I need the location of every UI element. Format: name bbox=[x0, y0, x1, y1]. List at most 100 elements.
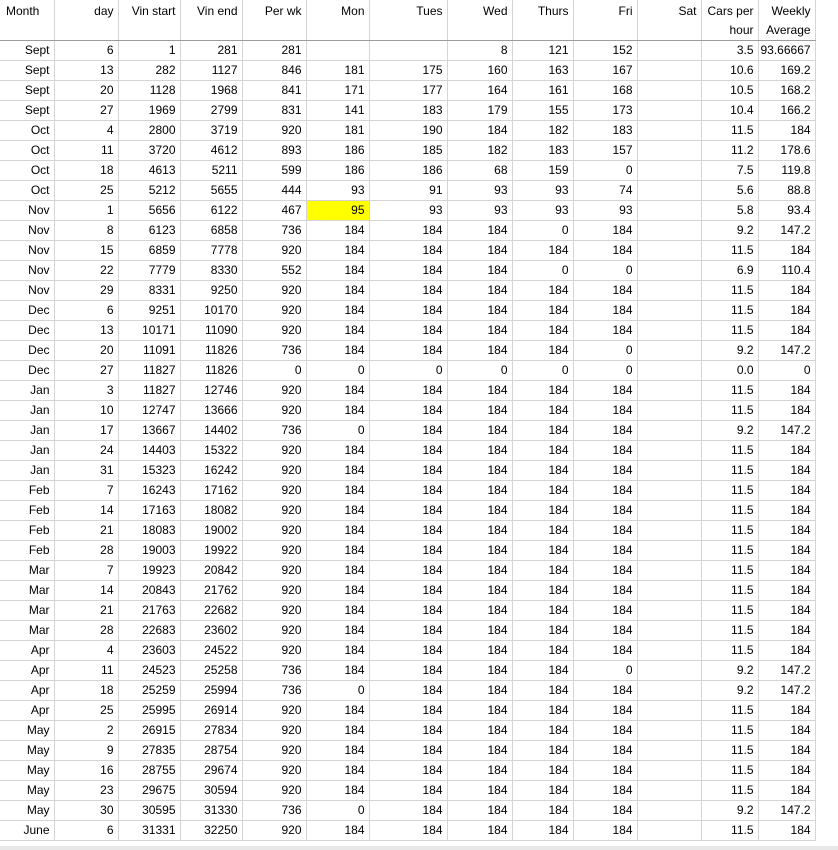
cell-month[interactable]: Nov bbox=[0, 220, 55, 241]
cell-vin-start[interactable]: 15323 bbox=[118, 460, 181, 481]
cell-per-wk[interactable]: 920 bbox=[242, 480, 307, 501]
cell-mon[interactable]: 93 bbox=[306, 180, 370, 201]
cell-vin-end[interactable]: 13666 bbox=[180, 400, 243, 421]
cell-weekly-average[interactable]: 184 bbox=[758, 820, 816, 841]
cell-mon[interactable]: 184 bbox=[306, 240, 370, 261]
cell-mon[interactable]: 184 bbox=[306, 780, 370, 801]
cell-per-wk[interactable]: 920 bbox=[242, 720, 307, 741]
cell-per-wk[interactable]: 920 bbox=[242, 740, 307, 761]
cell-day[interactable]: 17 bbox=[54, 420, 119, 441]
cell-per-wk[interactable]: 467 bbox=[242, 200, 307, 221]
cell-vin-end[interactable]: 28754 bbox=[180, 740, 243, 761]
cell-day[interactable]: 21 bbox=[54, 600, 119, 621]
cell-per-wk[interactable]: 920 bbox=[242, 780, 307, 801]
cell-sat[interactable] bbox=[637, 120, 702, 141]
cell-thurs[interactable]: 155 bbox=[512, 100, 574, 121]
cell-cars-per-hour[interactable]: 9.2 bbox=[701, 340, 759, 361]
cell-weekly-average[interactable]: 184 bbox=[758, 440, 816, 461]
cell-thurs[interactable]: 184 bbox=[512, 480, 574, 501]
cell-vin-start[interactable]: 3720 bbox=[118, 140, 181, 161]
cell-per-wk[interactable]: 846 bbox=[242, 60, 307, 81]
cell-mon[interactable]: 184 bbox=[306, 820, 370, 841]
cell-cars-per-hour[interactable]: 11.5 bbox=[701, 580, 759, 601]
cell-per-wk[interactable]: 920 bbox=[242, 560, 307, 581]
header-vin-end[interactable]: Vin end bbox=[180, 0, 243, 41]
cell-per-wk[interactable]: 0 bbox=[242, 360, 307, 381]
cell-month[interactable]: Dec bbox=[0, 360, 55, 381]
cell-wed[interactable]: 184 bbox=[447, 300, 513, 321]
cell-vin-end[interactable]: 16242 bbox=[180, 460, 243, 481]
cell-sat[interactable] bbox=[637, 280, 702, 301]
cell-per-wk[interactable]: 920 bbox=[242, 760, 307, 781]
cell-fri[interactable]: 184 bbox=[573, 560, 638, 581]
cell-weekly-average[interactable]: 166.2 bbox=[758, 100, 816, 121]
cell-thurs[interactable]: 184 bbox=[512, 700, 574, 721]
cell-weekly-average[interactable]: 147.2 bbox=[758, 660, 816, 681]
cell-vin-end[interactable]: 25258 bbox=[180, 660, 243, 681]
cell-tues[interactable]: 184 bbox=[369, 380, 448, 401]
cell-cars-per-hour[interactable]: 11.5 bbox=[701, 820, 759, 841]
cell-cars-per-hour[interactable]: 5.6 bbox=[701, 180, 759, 201]
cell-sat[interactable] bbox=[637, 200, 702, 221]
cell-month[interactable]: Dec bbox=[0, 340, 55, 361]
cell-tues[interactable]: 184 bbox=[369, 280, 448, 301]
cell-thurs[interactable]: 184 bbox=[512, 240, 574, 261]
cell-cars-per-hour[interactable]: 11.5 bbox=[701, 500, 759, 521]
cell-mon[interactable]: 184 bbox=[306, 400, 370, 421]
cell-cars-per-hour[interactable]: 11.5 bbox=[701, 740, 759, 761]
cell-cars-per-hour[interactable]: 11.5 bbox=[701, 120, 759, 141]
cell-thurs[interactable]: 121 bbox=[512, 40, 574, 61]
cell-month[interactable]: Nov bbox=[0, 200, 55, 221]
cell-wed[interactable]: 184 bbox=[447, 620, 513, 641]
cell-fri[interactable]: 184 bbox=[573, 720, 638, 741]
cell-vin-end[interactable]: 27834 bbox=[180, 720, 243, 741]
cell-month[interactable]: May bbox=[0, 800, 55, 821]
cell-fri[interactable]: 184 bbox=[573, 800, 638, 821]
cell-mon[interactable]: 141 bbox=[306, 100, 370, 121]
cell-mon[interactable]: 184 bbox=[306, 440, 370, 461]
cell-tues[interactable] bbox=[369, 40, 448, 61]
cell-sat[interactable] bbox=[637, 80, 702, 101]
cell-vin-end[interactable]: 10170 bbox=[180, 300, 243, 321]
cell-mon-highlighted[interactable]: 95 bbox=[306, 200, 370, 221]
cell-month[interactable]: Mar bbox=[0, 620, 55, 641]
cell-fri[interactable]: 184 bbox=[573, 420, 638, 441]
cell-sat[interactable] bbox=[637, 560, 702, 581]
cell-mon[interactable]: 0 bbox=[306, 360, 370, 381]
cell-sat[interactable] bbox=[637, 40, 702, 61]
cell-cars-per-hour[interactable]: 6.9 bbox=[701, 260, 759, 281]
cell-cars-per-hour[interactable]: 11.5 bbox=[701, 280, 759, 301]
cell-fri[interactable]: 184 bbox=[573, 820, 638, 841]
header-vin-start[interactable]: Vin start bbox=[118, 0, 181, 41]
cell-weekly-average[interactable]: 0 bbox=[758, 360, 816, 381]
cell-sat[interactable] bbox=[637, 180, 702, 201]
cell-vin-end[interactable]: 19002 bbox=[180, 520, 243, 541]
cell-mon[interactable] bbox=[306, 40, 370, 61]
cell-wed[interactable]: 184 bbox=[447, 560, 513, 581]
cell-vin-start[interactable]: 11827 bbox=[118, 380, 181, 401]
cell-month[interactable]: Jan bbox=[0, 460, 55, 481]
cell-tues[interactable]: 184 bbox=[369, 440, 448, 461]
cell-weekly-average[interactable]: 110.4 bbox=[758, 260, 816, 281]
cell-thurs[interactable]: 161 bbox=[512, 80, 574, 101]
cell-weekly-average[interactable]: 184 bbox=[758, 320, 816, 341]
cell-weekly-average[interactable]: 88.8 bbox=[758, 180, 816, 201]
cell-fri[interactable]: 184 bbox=[573, 300, 638, 321]
cell-sat[interactable] bbox=[637, 220, 702, 241]
cell-day[interactable]: 28 bbox=[54, 620, 119, 641]
cell-vin-start[interactable]: 9251 bbox=[118, 300, 181, 321]
cell-weekly-average[interactable]: 184 bbox=[758, 740, 816, 761]
cell-day[interactable]: 27 bbox=[54, 100, 119, 121]
cell-fri[interactable]: 0 bbox=[573, 160, 638, 181]
cell-day[interactable]: 30 bbox=[54, 800, 119, 821]
cell-thurs[interactable]: 184 bbox=[512, 420, 574, 441]
cell-day[interactable]: 16 bbox=[54, 760, 119, 781]
cell-day[interactable]: 18 bbox=[54, 680, 119, 701]
cell-per-wk[interactable]: 831 bbox=[242, 100, 307, 121]
cell-wed[interactable]: 184 bbox=[447, 580, 513, 601]
cell-cars-per-hour[interactable]: 11.5 bbox=[701, 780, 759, 801]
cell-mon[interactable]: 186 bbox=[306, 160, 370, 181]
cell-day[interactable]: 27 bbox=[54, 360, 119, 381]
cell-sat[interactable] bbox=[637, 760, 702, 781]
cell-tues[interactable]: 177 bbox=[369, 80, 448, 101]
